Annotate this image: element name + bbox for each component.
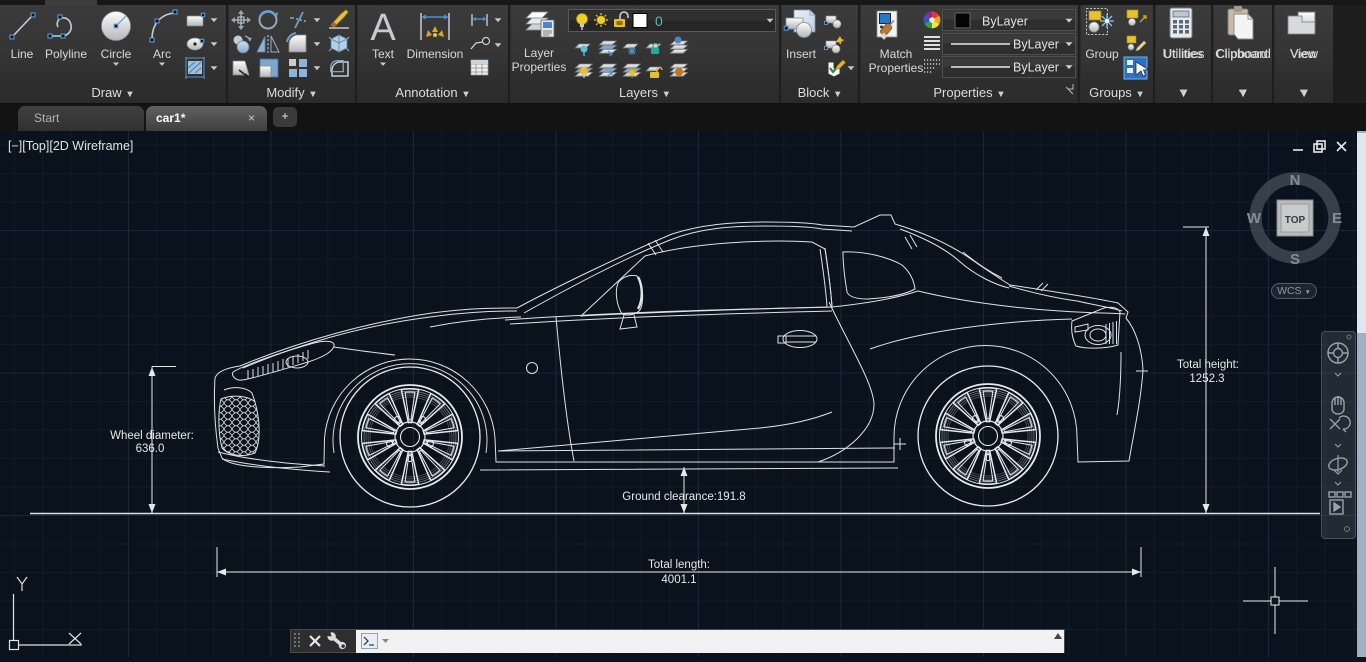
svg-text:Total height:: Total height: (1177, 359, 1239, 371)
svg-text:Group: Group (1085, 47, 1119, 61)
svg-text:Ground clearance:191.8: Ground clearance:191.8 (622, 491, 745, 503)
svg-text:Layer: Layer (524, 46, 554, 60)
svg-text:Match: Match (880, 47, 913, 61)
svg-text:Properties: Properties (512, 60, 567, 74)
svg-text:E: E (1332, 210, 1342, 227)
svg-text:ByLayer: ByLayer (1013, 61, 1059, 75)
svg-text:1252.3: 1252.3 (1189, 373, 1224, 385)
svg-text:Line: Line (11, 47, 34, 61)
svg-text:Circle: Circle (101, 47, 132, 61)
svg-text:Clipboard: Clipboard (1216, 47, 1267, 61)
svg-text:W: W (1247, 210, 1262, 227)
svg-text:S: S (1290, 251, 1300, 268)
svg-text:0: 0 (655, 13, 663, 29)
svg-text:ByLayer: ByLayer (1013, 38, 1059, 52)
svg-text:View: View (1290, 47, 1316, 61)
svg-text:A: A (370, 7, 396, 49)
svg-text:Text: Text (372, 47, 395, 61)
svg-text:Wheel diameter:: Wheel diameter: (110, 430, 194, 442)
svg-text:Total length:: Total length: (648, 559, 710, 571)
svg-text:Polyline: Polyline (45, 47, 87, 61)
svg-text:4001.1: 4001.1 (661, 574, 696, 586)
svg-text:TOP: TOP (1285, 215, 1306, 226)
svg-text:Dimension: Dimension (407, 47, 464, 61)
svg-text:636.0: 636.0 (136, 443, 165, 455)
svg-text:Arc: Arc (153, 47, 171, 61)
svg-text:Utilities: Utilities (1164, 47, 1203, 61)
svg-text:N: N (1290, 172, 1301, 189)
svg-text:ByLayer: ByLayer (982, 15, 1028, 29)
svg-text:Insert: Insert (786, 47, 817, 61)
svg-text:Properties: Properties (869, 61, 924, 75)
